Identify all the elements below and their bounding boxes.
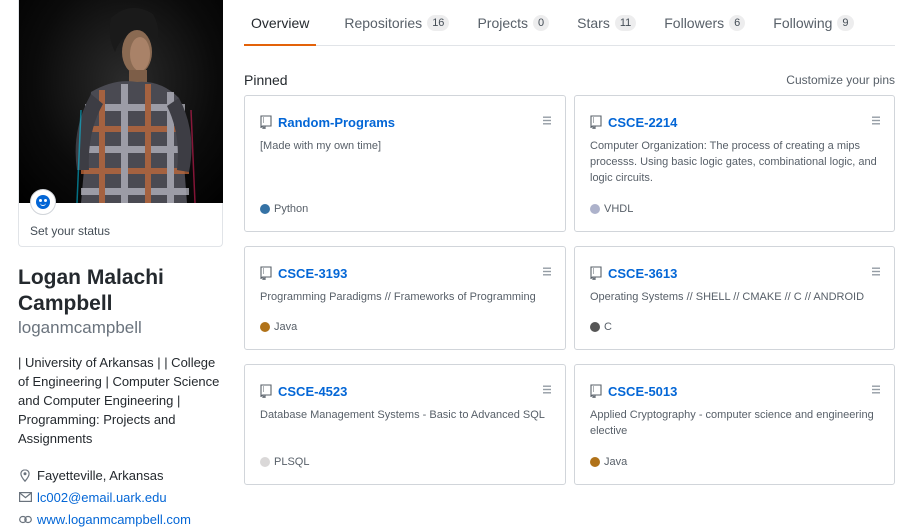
- tab-followers-label: Followers: [664, 14, 725, 31]
- pinned-repo-card: CSCE-4523 Database Management Systems - …: [244, 364, 566, 485]
- tab-overview[interactable]: Overview: [244, 0, 317, 46]
- avatar[interactable]: [19, 0, 223, 203]
- profile-full-name: Logan Malachi Campbell: [18, 266, 164, 315]
- location-text: Fayetteville, Arkansas: [37, 467, 164, 483]
- repo-name-link[interactable]: CSCE-3193: [278, 266, 347, 281]
- repo-language: PLSQL: [260, 456, 309, 468]
- location-row: Fayetteville, Arkansas: [18, 464, 223, 486]
- tab-stars[interactable]: Stars 11: [577, 0, 637, 45]
- repo-language: Java: [590, 456, 627, 468]
- email-link[interactable]: lc002@email.uark.edu: [37, 490, 167, 505]
- drag-grip-icon[interactable]: [543, 116, 551, 125]
- pinned-repo-card: Random-Programs [Made with my own time] …: [244, 95, 566, 232]
- repo-name-link[interactable]: Random-Programs: [278, 115, 395, 130]
- repo-language: Python: [260, 203, 308, 215]
- repo-language: Java: [260, 321, 297, 333]
- profile-login: loganmcampbell: [18, 318, 142, 337]
- email-row: lc002@email.uark.edu: [18, 486, 223, 508]
- repo-name-link[interactable]: CSCE-2214: [608, 115, 677, 130]
- pinned-grid: Random-Programs [Made with my own time] …: [244, 89, 895, 489]
- language-color-dot: [260, 457, 270, 467]
- website-link[interactable]: www.loganmcampbell.com: [37, 512, 191, 527]
- tab-following-label: Following: [773, 14, 833, 31]
- repo-description: Applied Cryptography - computer science …: [590, 409, 874, 437]
- language-color-dot: [590, 457, 600, 467]
- profile-sidebar: Set your status Logan Malachi Campbell l…: [18, 0, 223, 529]
- tab-repositories-label: Repositories: [344, 14, 423, 31]
- pinned-header: Pinned Customize your pins: [244, 71, 895, 89]
- repo-icon: [260, 266, 272, 280]
- drag-grip-icon[interactable]: [872, 385, 880, 394]
- language-color-dot: [590, 204, 600, 214]
- pinned-repo-card: CSCE-5013 Applied Cryptography - compute…: [574, 364, 895, 485]
- repo-name-link[interactable]: CSCE-5013: [608, 384, 677, 399]
- language-name: Python: [274, 203, 309, 215]
- language-color-dot: [260, 204, 270, 214]
- drag-grip-icon[interactable]: [872, 267, 880, 276]
- tab-followers[interactable]: Followers 6: [664, 0, 746, 45]
- stars-count: 11: [614, 14, 637, 31]
- set-status-label[interactable]: Set your status: [30, 224, 110, 238]
- mail-icon: [18, 490, 32, 504]
- language-color-dot: [590, 322, 600, 332]
- repo-icon: [590, 384, 602, 398]
- website-row: www.loganmcampbell.com: [18, 508, 223, 529]
- profile-bio: | University of Arkansas | | College of …: [18, 355, 220, 446]
- tab-repositories[interactable]: Repositories 16: [344, 0, 450, 45]
- language-name: Java: [274, 321, 298, 333]
- repo-description: Computer Organization: The process of cr…: [590, 140, 877, 184]
- repositories-count: 16: [427, 14, 450, 31]
- repo-icon: [260, 384, 272, 398]
- pinned-repo-card: CSCE-3193 Programming Paradigms // Frame…: [244, 246, 566, 350]
- repo-icon: [590, 115, 602, 129]
- language-name: PLSQL: [274, 456, 310, 468]
- repo-icon: [260, 115, 272, 129]
- language-name: Java: [604, 456, 628, 468]
- language-color-dot: [260, 322, 270, 332]
- language-name: C: [604, 321, 612, 333]
- repo-icon: [590, 266, 602, 280]
- drag-grip-icon[interactable]: [543, 267, 551, 276]
- drag-grip-icon[interactable]: [872, 116, 880, 125]
- repo-name-link[interactable]: CSCE-3613: [608, 266, 677, 281]
- pinned-repo-card: CSCE-2214 Computer Organization: The pro…: [574, 95, 895, 232]
- repo-description: Programming Paradigms // Frameworks of P…: [260, 291, 536, 303]
- repo-description: Operating Systems // SHELL // CMAKE // C…: [590, 291, 865, 303]
- link-icon: [18, 512, 32, 526]
- following-count: 9: [837, 14, 854, 31]
- repo-language: VHDL: [590, 203, 633, 215]
- tab-projects-label: Projects: [477, 14, 529, 31]
- pinned-repo-card: CSCE-3613 Operating Systems // SHELL // …: [574, 246, 895, 350]
- location-icon: [18, 468, 32, 482]
- avatar-photo: [75, 7, 196, 203]
- projects-count: 0: [533, 14, 550, 31]
- profile-tabs: Overview Repositories 16 Projects 0 Star…: [244, 0, 895, 46]
- tab-projects[interactable]: Projects 0: [477, 0, 550, 45]
- tab-following[interactable]: Following 9: [773, 0, 854, 45]
- profile-main: Overview Repositories 16 Projects 0 Star…: [244, 0, 895, 489]
- repo-description: Database Management Systems - Basic to A…: [260, 409, 545, 421]
- pinned-title: Pinned: [244, 72, 288, 88]
- status-emoji-button[interactable]: [30, 189, 56, 215]
- repo-description: [Made with my own time]: [260, 140, 382, 152]
- language-name: VHDL: [604, 203, 634, 215]
- avatar-card: Set your status: [18, 0, 223, 247]
- followers-count: 6: [729, 14, 746, 31]
- drag-grip-icon[interactable]: [543, 385, 551, 394]
- repo-name-link[interactable]: CSCE-4523: [278, 384, 347, 399]
- profile-details: Fayetteville, Arkansas lc002@email.uark.…: [18, 464, 223, 529]
- smiley-icon: [36, 195, 50, 209]
- tab-overview-label: Overview: [251, 14, 310, 31]
- repo-language: C: [590, 321, 612, 333]
- customize-pins-link[interactable]: Customize your pins: [786, 73, 895, 87]
- tab-stars-label: Stars: [577, 14, 610, 31]
